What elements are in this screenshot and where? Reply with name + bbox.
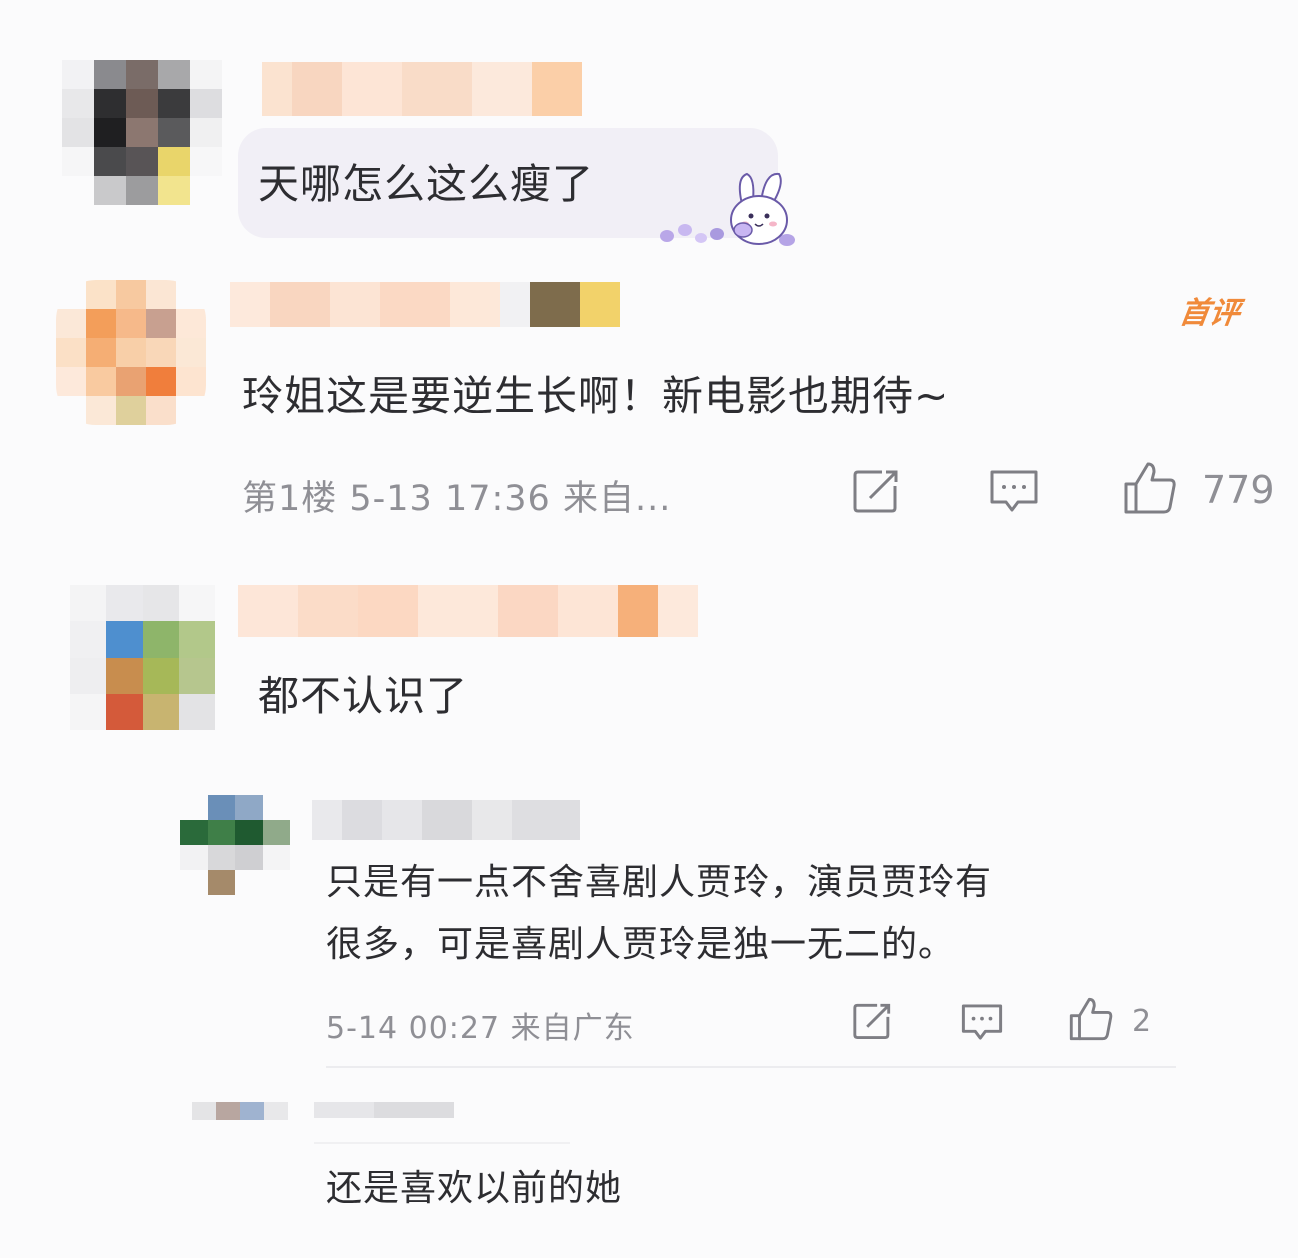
like-icon[interactable]	[1068, 996, 1114, 1042]
avatar[interactable]	[62, 60, 222, 205]
reply-text-line: 很多，可是喜剧人贾玲是独一无二的。	[326, 924, 956, 965]
share-icon[interactable]	[852, 1002, 894, 1040]
share-icon[interactable]	[852, 468, 902, 514]
divider	[314, 1142, 570, 1144]
reply-meta: 5-14 00:27 来自广东	[326, 1011, 635, 1046]
like-count: 2	[1132, 1004, 1152, 1039]
avatar[interactable]	[192, 1102, 288, 1120]
like-count: 779	[1202, 468, 1275, 512]
reply-text: 还是喜欢以前的她	[326, 1168, 623, 1209]
username-blurred[interactable]	[262, 62, 582, 116]
bunny-sticker-icon	[660, 172, 795, 246]
avatar[interactable]	[56, 280, 206, 425]
comment-text: 都不认识了	[258, 672, 468, 720]
divider	[326, 1066, 1176, 1068]
like-icon[interactable]	[1122, 460, 1178, 516]
username-blurred[interactable]	[238, 585, 698, 637]
reply-text-line: 只是有一点不舍喜剧人贾玲，演员贾玲有	[326, 862, 993, 903]
comment-text: 天哪怎么这么瘦了	[258, 160, 594, 208]
avatar[interactable]	[70, 585, 215, 730]
username-blurred[interactable]	[312, 800, 580, 840]
comment-icon[interactable]	[988, 468, 1040, 514]
username-blurred[interactable]	[230, 282, 620, 327]
comment-icon[interactable]	[960, 1002, 1004, 1042]
comment-meta: 第1楼 5-13 17:36 来自...	[242, 479, 672, 519]
first-comment-badge: 首评	[1177, 296, 1242, 331]
comment-text: 玲姐这是要逆生长啊！新电影也期待~	[242, 372, 950, 420]
username-blurred[interactable]	[314, 1102, 454, 1118]
avatar[interactable]	[180, 795, 290, 895]
